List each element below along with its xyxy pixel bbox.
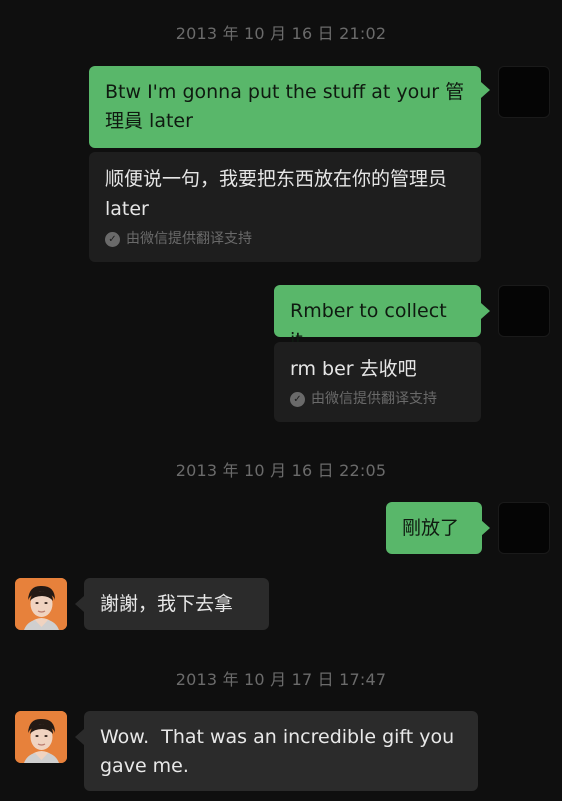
outgoing-message-bubble[interactable]: Btw I'm gonna put the stuff at your 管理員 … xyxy=(89,66,481,148)
check-circle-icon: ✓ xyxy=(290,391,305,407)
translation-note-label: 由微信提供翻译支持 xyxy=(126,231,252,247)
message-text: Btw I'm gonna put the stuff at your 管理員 … xyxy=(105,81,465,132)
self-avatar[interactable] xyxy=(498,285,550,337)
person-portrait-icon xyxy=(15,711,67,763)
translation-card: 顺便说一句，我要把东西放在你的管理员 later ✓ 由微信提供翻译支持 xyxy=(89,152,481,262)
timestamp: 2013 年 10 月 16 日 21:02 xyxy=(175,24,387,43)
contact-avatar[interactable] xyxy=(15,711,67,763)
incoming-message-bubble[interactable]: 謝謝，我下去拿 xyxy=(84,578,269,630)
bubble-tail xyxy=(75,596,84,612)
bubble-tail xyxy=(481,82,490,98)
contact-avatar[interactable] xyxy=(15,578,67,630)
timestamp: 2013 年 10 月 17 日 17:47 xyxy=(175,670,387,689)
incoming-message-bubble[interactable]: Wow. That was an incredible gift you gav… xyxy=(84,711,478,791)
bubble-tail xyxy=(481,520,490,536)
outgoing-message-bubble[interactable]: 剛放了 xyxy=(386,502,482,554)
translation-text: 顺便说一句，我要把东西放在你的管理员 later xyxy=(105,168,448,220)
self-avatar[interactable] xyxy=(498,66,550,118)
person-portrait-icon xyxy=(15,578,67,630)
message-text: 剛放了 xyxy=(402,517,460,539)
translation-note: ✓ 由微信提供翻译支持 xyxy=(290,390,465,408)
outgoing-message-bubble[interactable]: Rmber to collect it xyxy=(274,285,481,351)
bubble-tail xyxy=(481,303,490,319)
translation-note-label: 由微信提供翻译支持 xyxy=(311,391,437,407)
translation-note: ✓ 由微信提供翻译支持 xyxy=(105,230,465,248)
message-text: 謝謝，我下去拿 xyxy=(100,593,234,615)
timestamp: 2013 年 10 月 16 日 22:05 xyxy=(175,461,387,480)
self-avatar[interactable] xyxy=(498,502,550,554)
bubble-tail xyxy=(75,729,84,745)
translation-text: rm ber 去收吧 xyxy=(290,358,417,380)
translation-card: rm ber 去收吧 ✓ 由微信提供翻译支持 xyxy=(274,342,481,422)
check-circle-icon: ✓ xyxy=(105,231,120,247)
message-text: Wow. That was an incredible gift you gav… xyxy=(100,726,461,777)
